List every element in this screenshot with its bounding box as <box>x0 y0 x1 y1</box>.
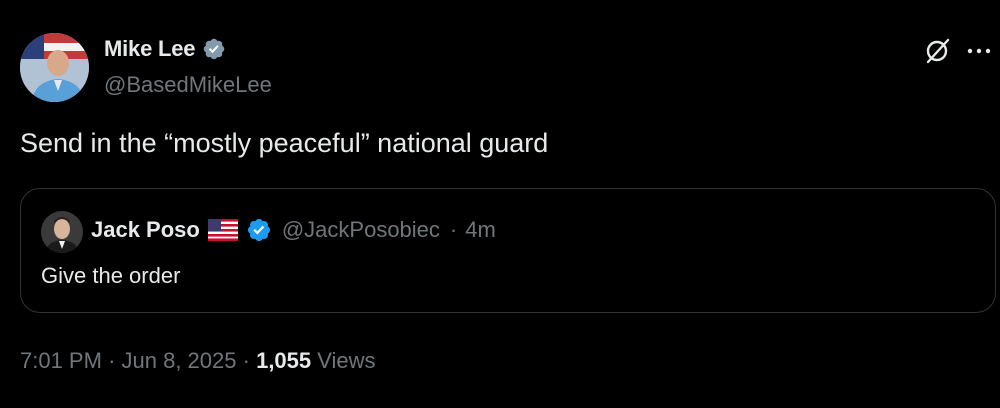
quoted-timestamp[interactable]: 4m <box>465 217 496 243</box>
tweet-meta: 7:01 PM · Jun 8, 2025 · 1,055 Views <box>20 348 376 374</box>
tweet-time[interactable]: 7:01 PM <box>20 348 102 373</box>
quoted-tweet[interactable]: Jack Poso @JackPosobiec · 4m Give the or… <box>20 188 996 313</box>
verified-badge-icon[interactable] <box>202 37 226 61</box>
quoted-author-name[interactable]: Jack Poso <box>91 217 200 243</box>
us-flag-icon <box>207 219 238 241</box>
more-icon <box>967 48 991 54</box>
quoted-tweet-text: Give the order <box>41 263 181 288</box>
tweet-text: Send in the “mostly peaceful” national g… <box>20 128 549 158</box>
grok-button[interactable] <box>920 34 954 68</box>
meta-separator: · <box>242 348 250 373</box>
author-name[interactable]: Mike Lee <box>104 36 196 62</box>
more-button[interactable] <box>962 34 996 68</box>
quoted-author-avatar[interactable] <box>41 211 83 253</box>
author-avatar[interactable] <box>20 33 89 102</box>
tweet-date[interactable]: Jun 8, 2025 <box>122 348 237 373</box>
views-count: 1,055 <box>256 348 312 373</box>
meta-separator: · <box>108 348 116 373</box>
verified-badge-icon[interactable] <box>246 217 272 243</box>
quoted-author-handle[interactable]: @JackPosobiec <box>282 217 440 243</box>
grok-icon <box>926 38 950 64</box>
author-handle[interactable]: @BasedMikeLee <box>104 72 272 98</box>
views-label: Views <box>317 348 376 373</box>
quoted-separator: · <box>449 217 458 242</box>
